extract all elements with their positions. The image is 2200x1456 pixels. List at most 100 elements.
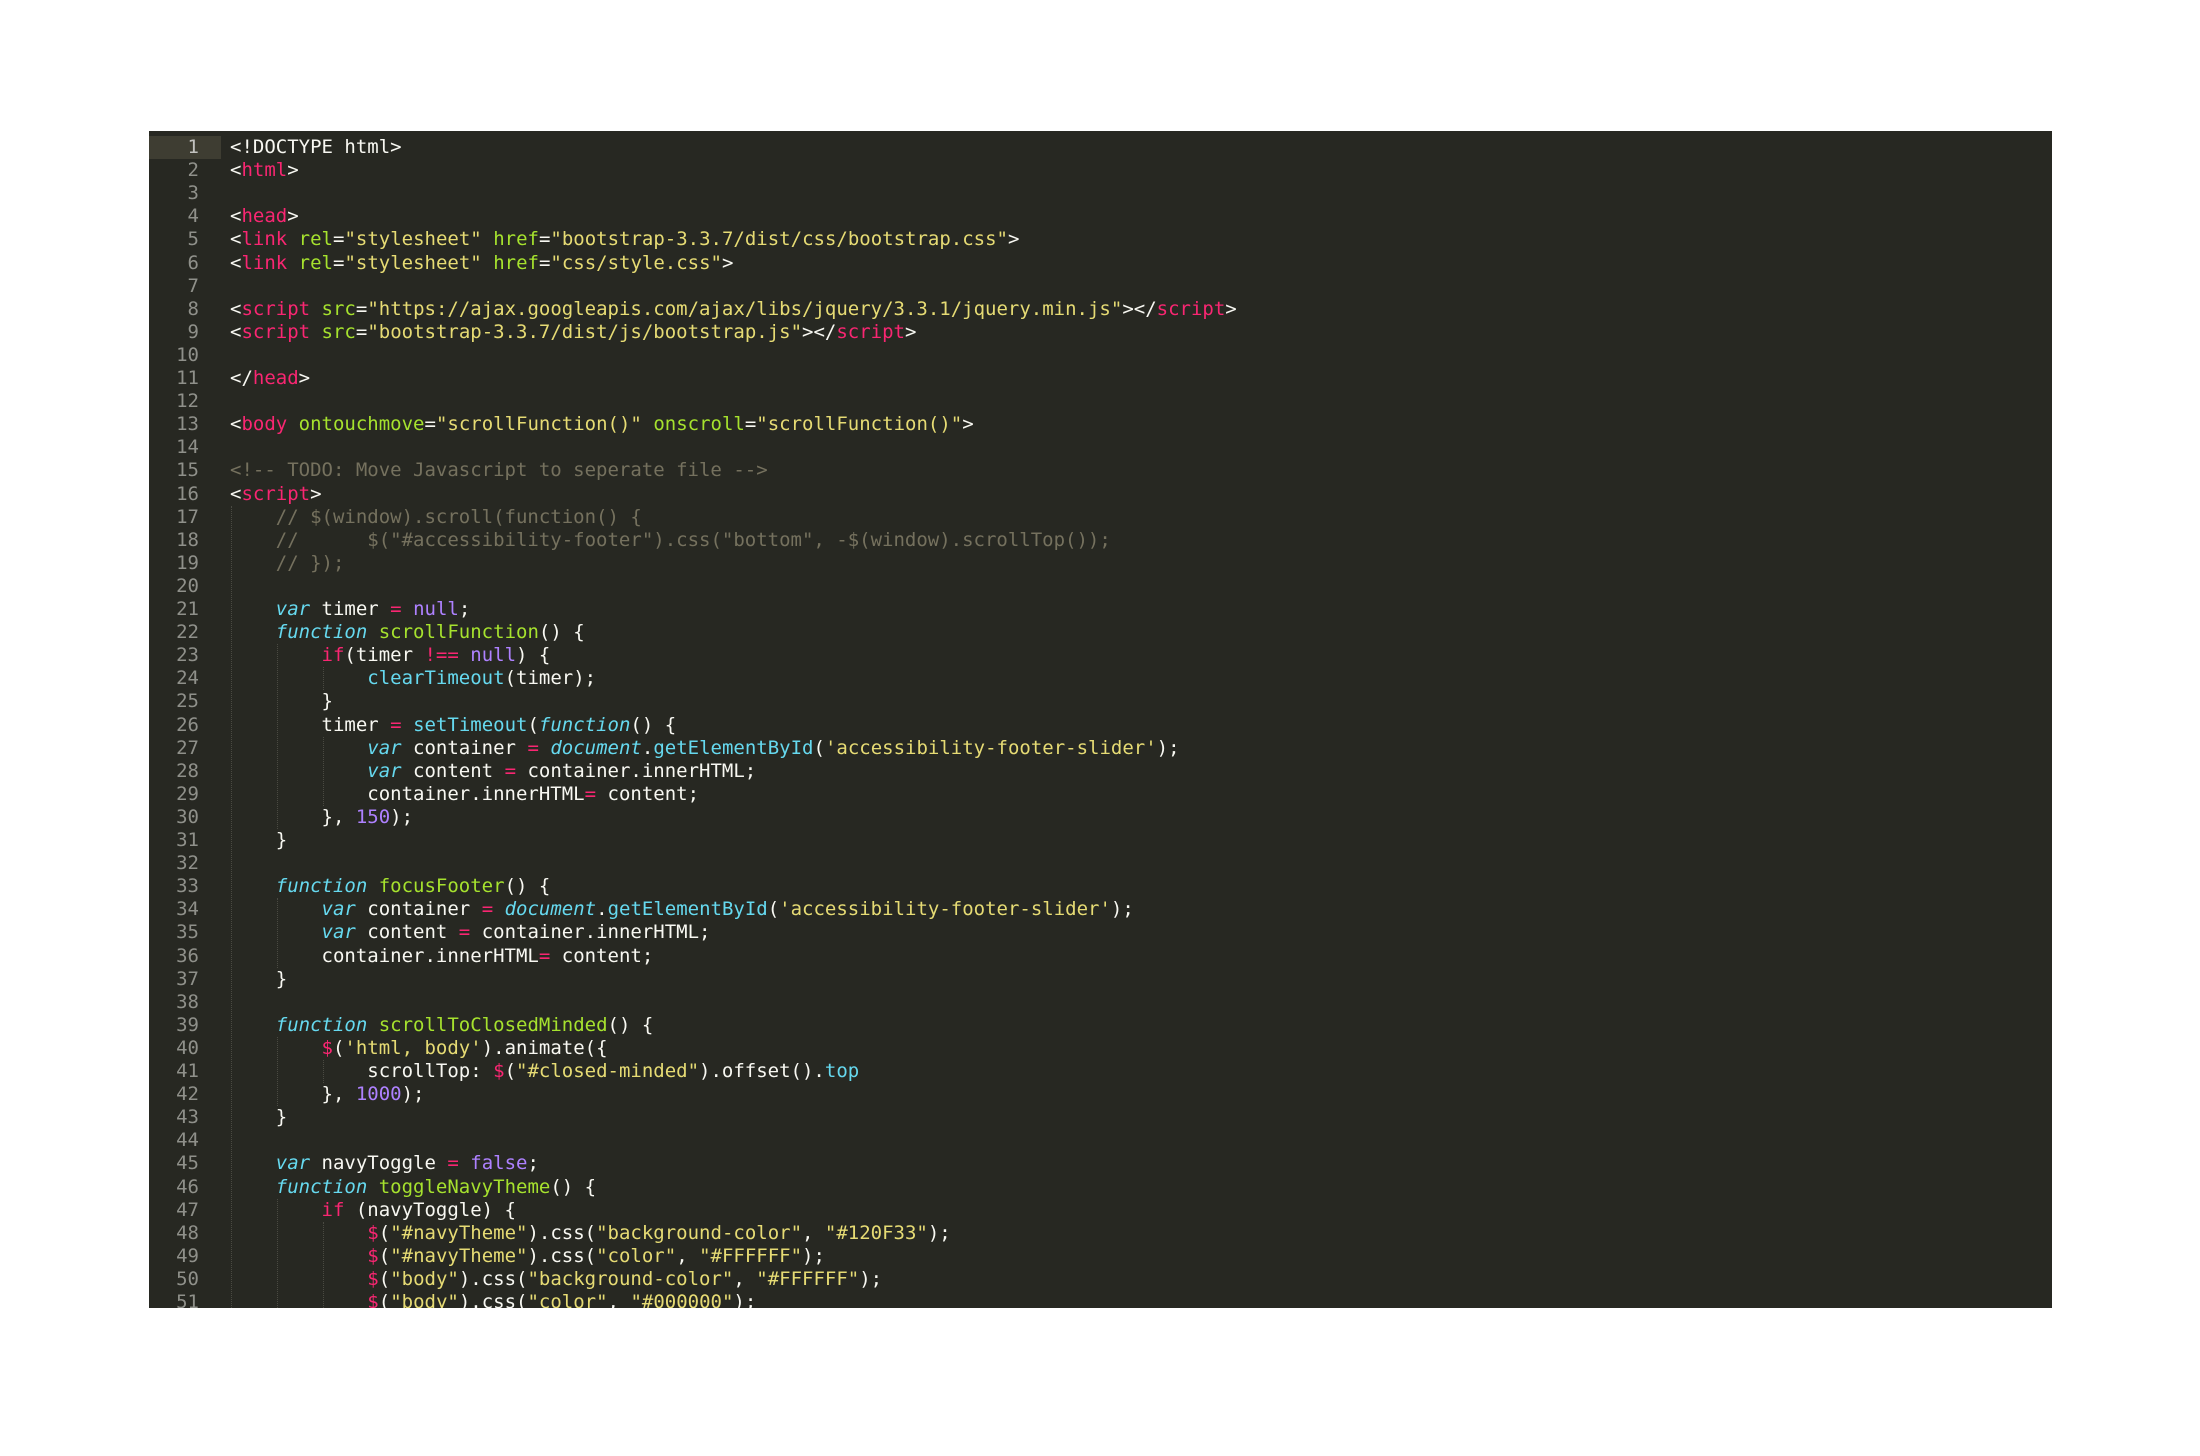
code-text[interactable]: <link rel="stylesheet" href="bootstrap-3… [230, 228, 1019, 251]
code-text[interactable]: } [230, 1106, 287, 1129]
code-text[interactable]: container.innerHTML= content; [230, 783, 699, 806]
code-token: rel [298, 228, 333, 251]
code-text[interactable]: function toggleNavyTheme() { [230, 1176, 596, 1199]
line-number: 46 [176, 1175, 199, 1198]
code-token: = [538, 944, 551, 967]
code-text[interactable]: } [230, 690, 333, 713]
code-text[interactable]: } [230, 829, 287, 852]
line-number: 15 [176, 459, 199, 482]
line-number: 4 [187, 205, 199, 228]
code-token: container.innerHTML; [470, 921, 711, 944]
code-token: $ [321, 1036, 333, 1059]
code-token: . [641, 736, 654, 759]
code-token: setTimeout [413, 713, 528, 736]
code-text[interactable]: scrollTop: $("#closed-minded").offset().… [230, 1060, 859, 1083]
code-line: 12 [149, 390, 2052, 413]
code-text[interactable]: $('html, body').animate({ [230, 1037, 608, 1060]
code-text[interactable]: }, 1000); [230, 1083, 425, 1106]
code-token: } [230, 1106, 288, 1129]
code-text[interactable]: <body ontouchmove="scrollFunction()" ons… [230, 413, 974, 436]
code-token: $ [493, 1060, 505, 1082]
code-token: "#000000" [630, 1291, 734, 1308]
code-token: null [413, 598, 459, 620]
code-text[interactable]: <script src="bootstrap-3.3.7/dist/js/boo… [230, 321, 916, 344]
code-text[interactable]: <script src="https://ajax.googleapis.com… [230, 298, 1237, 321]
code-text[interactable]: var navyToggle = false; [230, 1152, 539, 1175]
code-text[interactable]: }, 150); [230, 805, 414, 829]
code-text[interactable]: timer = setTimeout(function() { [230, 713, 677, 737]
line-number: 50 [176, 1267, 199, 1290]
code-token: link [241, 251, 288, 274]
code-text[interactable]: if (navyToggle) { [230, 1199, 516, 1222]
code-token: }, [230, 805, 356, 828]
line-number: 1 [187, 136, 199, 158]
code-token: content; [596, 782, 700, 805]
code-line: 37 } [149, 968, 2052, 991]
code-text[interactable]: $("body").css("background-color", "#FFFF… [230, 1268, 882, 1291]
code-text[interactable]: function scrollFunction() { [230, 621, 585, 644]
code-token: scrollToClosedMinded [378, 1013, 608, 1036]
code-text[interactable]: if(timer !== null) { [230, 644, 551, 667]
code-line: 32 [149, 852, 2052, 875]
code-text[interactable]: function scrollToClosedMinded() { [230, 1013, 654, 1037]
code-token: < [230, 251, 242, 274]
code-token: "https://ajax.googleapis.com/ajax/libs/j… [367, 297, 1123, 320]
code-token: () { [504, 875, 551, 898]
code-token: = [333, 251, 345, 274]
line-number: 17 [176, 505, 199, 528]
line-number: 39 [176, 1013, 199, 1036]
code-text[interactable]: <script> [230, 483, 322, 506]
code-text[interactable]: container.innerHTML= content; [230, 944, 654, 968]
code-token: ); [733, 1291, 757, 1308]
code-text[interactable]: <link rel="stylesheet" href="css/style.c… [230, 252, 733, 275]
code-token: var [275, 598, 311, 620]
code-token: "scrollFunction()" [756, 413, 963, 436]
code-text[interactable]: <!-- TODO: Move Javascript to seperate f… [230, 459, 768, 482]
code-line: 2 <html> [149, 159, 2052, 182]
code-token: timer [310, 598, 391, 620]
code-text[interactable]: $("#navyTheme").css("color", "#FFFFFF"); [230, 1245, 825, 1268]
code-text[interactable]: $("#navyTheme").css("background-color", … [230, 1221, 950, 1245]
code-text[interactable]: clearTimeout(timer); [230, 667, 596, 690]
code-token: = [481, 898, 494, 921]
code-text[interactable]: // $("#accessibility-footer").css("botto… [230, 529, 1111, 552]
code-token: ) { [516, 644, 551, 667]
code-line: 40 $('html, body').animate({ [149, 1037, 2052, 1060]
code-token: () { [630, 713, 677, 736]
code-text[interactable]: var content = container.innerHTML; [230, 760, 756, 783]
code-line: 27 var container = document.getElementBy… [149, 737, 2052, 760]
code-token: // }); [275, 551, 345, 574]
code-token: = [744, 413, 757, 436]
code-text[interactable]: } [230, 968, 287, 991]
code-text[interactable]: var timer = null; [230, 598, 471, 621]
code-text[interactable]: var content = container.innerHTML; [230, 921, 711, 944]
code-token: function [275, 1175, 368, 1198]
line-number: 37 [176, 967, 199, 990]
code-token: = [355, 297, 368, 320]
code-token: > [310, 482, 322, 505]
code-text[interactable]: $("body").css("color", "#000000"); [230, 1291, 756, 1308]
code-token: = [584, 782, 597, 805]
code-token: container [401, 736, 528, 759]
code-text[interactable]: </head> [230, 367, 310, 390]
code-text[interactable]: // $(window).scroll(function() { [230, 506, 642, 529]
code-token: $ [367, 1221, 379, 1244]
code-token: !== [424, 644, 459, 667]
code-text[interactable]: function focusFooter() { [230, 875, 551, 898]
code-line: 29 container.innerHTML= content; [149, 783, 2052, 806]
code-token: > [1007, 228, 1020, 251]
code-text[interactable]: <head> [230, 205, 299, 228]
code-text[interactable]: var container = document.getElementById(… [230, 898, 1134, 921]
code-editor[interactable]: 1 <!DOCTYPE html> 2 <html> 3 4 <head> 5 <link re… [149, 131, 2052, 1308]
code-token: script [1156, 297, 1226, 320]
code-text[interactable]: <html> [230, 159, 299, 182]
code-text[interactable]: <!DOCTYPE html> [230, 136, 402, 159]
code-text[interactable]: var container = document.getElementById(… [230, 736, 1179, 760]
code-token: script [836, 320, 905, 343]
code-text[interactable]: // }); [230, 551, 345, 575]
line-number: 19 [176, 551, 199, 574]
